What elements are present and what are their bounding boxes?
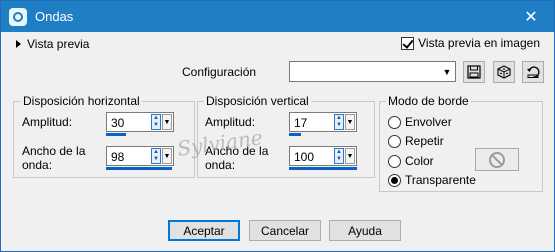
app-icon [9, 7, 27, 26]
radio-label: Envolver [405, 115, 452, 129]
v-wavelength-input[interactable]: 100 ▲ ▼ ▼ [289, 146, 357, 166]
save-preset-button[interactable] [463, 61, 485, 83]
help-button[interactable]: Ayuda [329, 220, 401, 241]
h-amplitude-label: Amplitud: [22, 115, 72, 129]
cancel-button[interactable]: Cancelar [249, 220, 321, 241]
spin-updown-icon[interactable]: ▲ ▼ [334, 114, 344, 130]
disabled-icon [489, 151, 505, 168]
accept-button[interactable]: Aceptar [168, 220, 240, 241]
h-amplitude-input[interactable]: 30 ▲ ▼ ▼ [106, 112, 174, 132]
radio-circle[interactable] [388, 115, 401, 129]
h-wavelength-input[interactable]: 98 ▲ ▼ ▼ [106, 146, 174, 166]
title-bar: Ondas ✕ [1, 1, 554, 32]
v-wavelength-slider[interactable] [289, 167, 357, 170]
config-select[interactable]: ▼ [289, 61, 456, 82]
radio-envolver[interactable]: Envolver [388, 115, 452, 129]
randomize-button[interactable] [493, 61, 515, 83]
h-amplitude-value[interactable]: 30 [111, 116, 124, 130]
edge-mode-title: Modo de borde [386, 94, 471, 108]
v-amplitude-input[interactable]: 17 ▲ ▼ ▼ [289, 112, 357, 132]
color-swatch-button[interactable] [475, 148, 519, 171]
chevron-down-icon[interactable]: ▼ [439, 62, 455, 81]
reset-icon [527, 66, 540, 78]
save-icon [467, 65, 481, 79]
checkbox-box[interactable] [401, 36, 415, 50]
config-label: Configuración [182, 65, 257, 79]
spin-updown-icon[interactable]: ▲ ▼ [151, 114, 161, 130]
chevron-down-icon[interactable]: ▼ [162, 114, 172, 130]
chevron-down-icon[interactable]: ▼ [345, 148, 355, 164]
preview-toggle-label: Vista previa [27, 37, 90, 51]
h-wavelength-label-2: onda: [22, 158, 53, 172]
radio-circle[interactable] [388, 173, 401, 187]
radio-circle[interactable] [388, 134, 401, 148]
preview-on-image-label: Vista previa en imagen [418, 36, 540, 50]
reset-button[interactable] [522, 61, 544, 83]
radio-color[interactable]: Color [388, 154, 434, 168]
spin-updown-icon[interactable]: ▲ ▼ [151, 148, 161, 164]
radio-circle[interactable] [388, 154, 401, 168]
h-amplitude-text: Amplitud: [22, 115, 73, 129]
radio-label: Color [405, 154, 434, 168]
preview-on-image-checkbox[interactable]: Vista previa en imagen [401, 36, 540, 50]
spin-updown-icon[interactable]: ▲ ▼ [334, 148, 344, 164]
horizontal-group-title: Disposición horizontal [21, 94, 142, 108]
h-wavelength-label-1: Ancho de la [22, 144, 86, 158]
chevron-down-icon[interactable]: ▼ [162, 148, 172, 164]
window-title: Ondas [35, 9, 74, 24]
radio-repetir[interactable]: Repetir [388, 134, 444, 148]
h-amplitude-slider[interactable] [106, 133, 126, 136]
dice-icon [497, 65, 511, 79]
v-wavelength-value[interactable]: 100 [294, 150, 314, 164]
preview-toggle[interactable]: Vista previa [16, 37, 89, 51]
radio-transparente[interactable]: Transparente [388, 173, 476, 187]
vertical-group-title: Disposición vertical [204, 94, 311, 108]
chevron-down-icon[interactable]: ▼ [345, 114, 355, 130]
v-wavelength-label-2: onda: [205, 158, 236, 172]
expand-triangle-icon [16, 40, 21, 48]
v-amplitude-value[interactable]: 17 [294, 116, 307, 130]
close-button[interactable]: ✕ [508, 1, 554, 32]
radio-label: Repetir [405, 134, 444, 148]
dialog-window: Ondas ✕ Vista previa Vista previa en ima… [0, 0, 555, 252]
radio-label: Transparente [405, 173, 476, 187]
h-wavelength-value[interactable]: 98 [111, 150, 124, 164]
v-amplitude-slider[interactable] [289, 133, 301, 136]
h-wavelength-slider[interactable] [106, 167, 172, 170]
